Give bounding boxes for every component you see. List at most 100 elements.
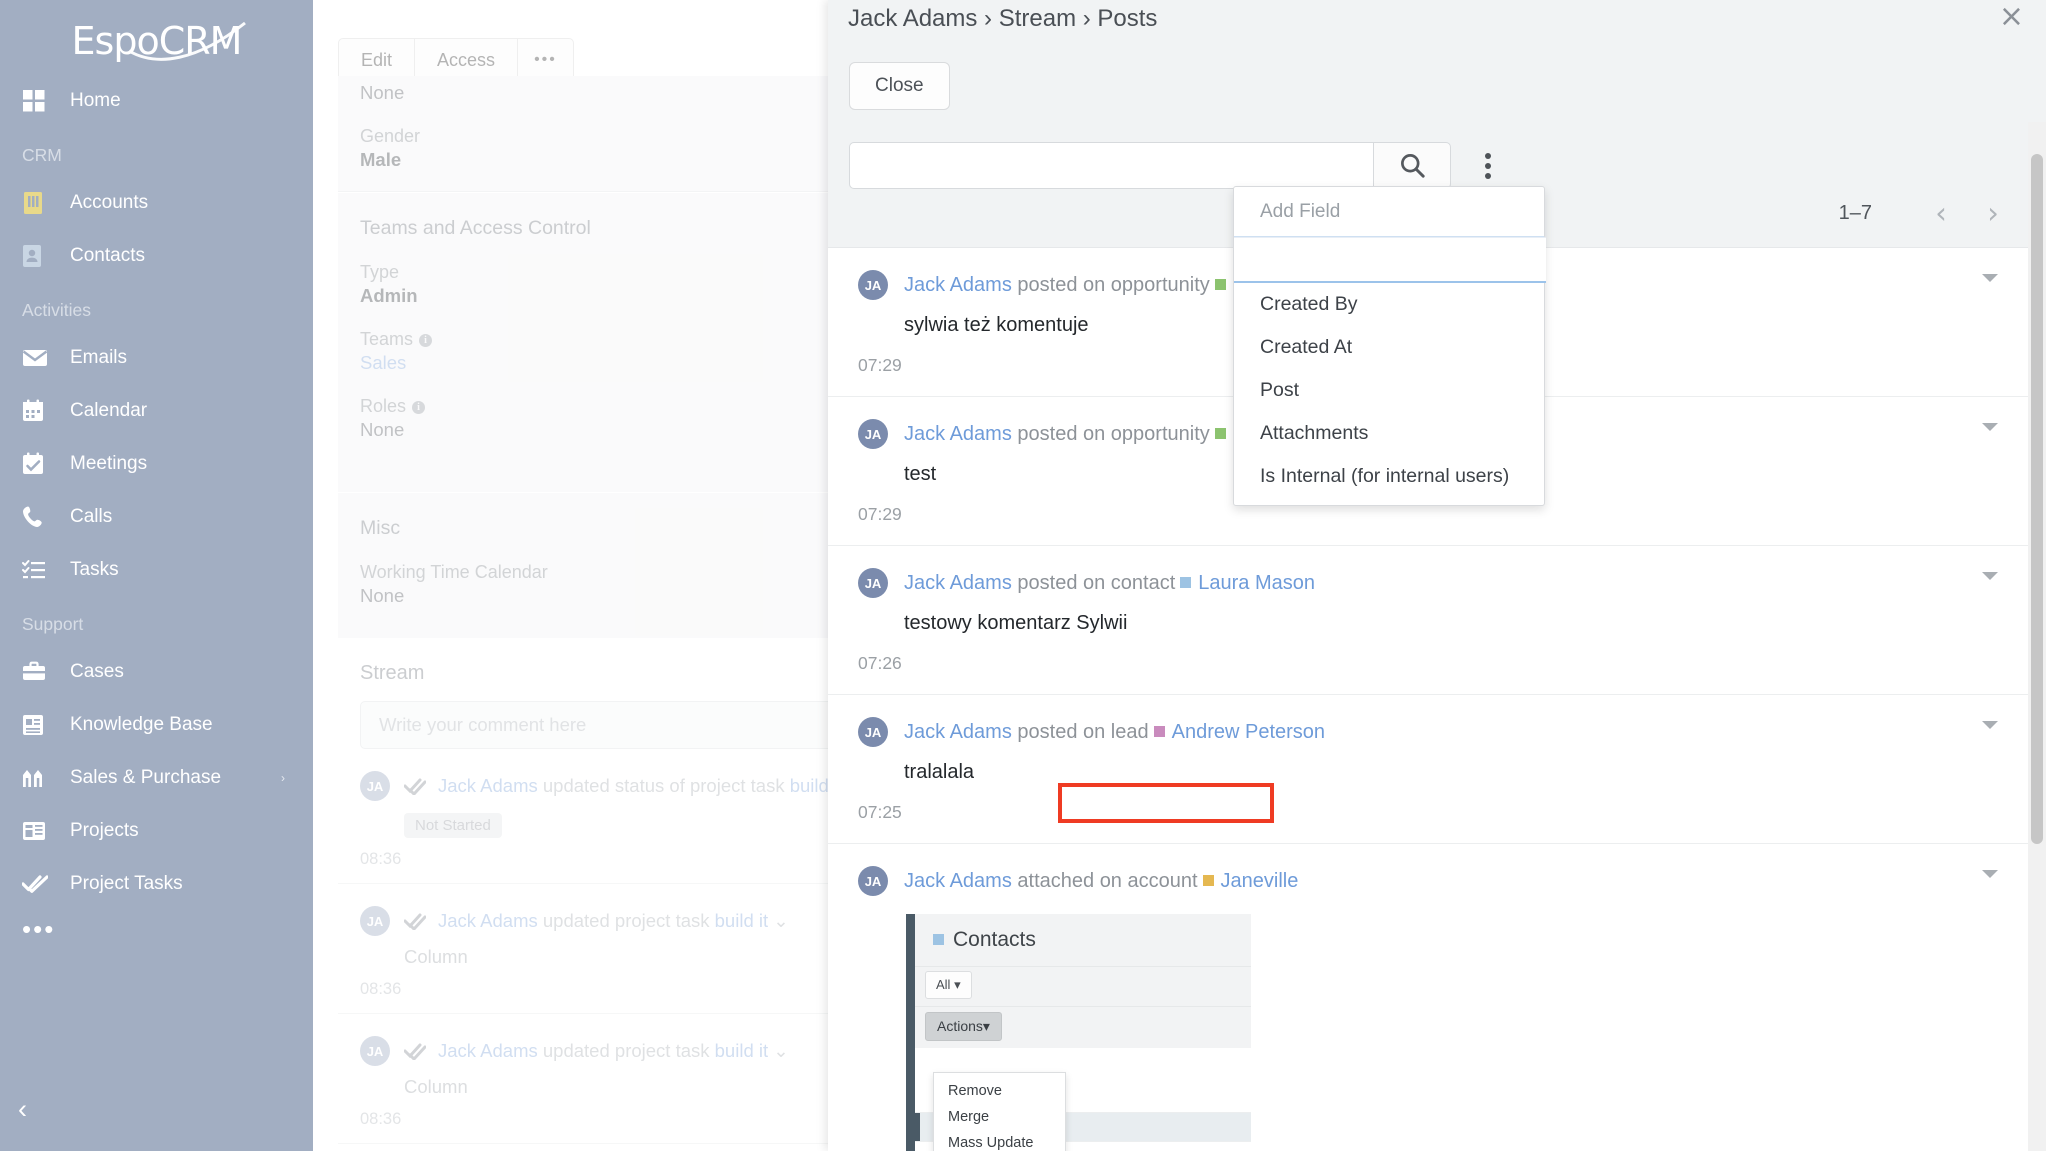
avatar: JA [858, 270, 888, 300]
sidebar-item-contacts[interactable]: Contacts [0, 229, 313, 282]
post-time: 07:26 [858, 653, 902, 673]
cart-icon [22, 765, 52, 791]
post-header-text: Jack Adams posted on contact Laura Mason [904, 572, 1315, 595]
logo-text: EspoCRM [71, 19, 243, 63]
pagination-prev-button[interactable]: ‹ [1924, 196, 1958, 230]
chevron-down-icon[interactable] [1982, 870, 1998, 878]
task-list-icon [22, 557, 52, 583]
chevron-down-icon[interactable] [1982, 572, 1998, 580]
sidebar-collapse-button[interactable]: ‹ [18, 1096, 27, 1123]
post-row: JA Jack Adams posted on lead Andrew Peter… [828, 695, 2028, 844]
sidebar-more-button[interactable]: ••• [0, 910, 313, 942]
board-icon [22, 818, 52, 844]
scrollbar-thumb[interactable] [2031, 154, 2043, 844]
avatar: JA [858, 419, 888, 449]
chevron-down-icon[interactable]: ⌄ [773, 1040, 789, 1061]
post-entity-link[interactable]: Andrew Peterson [1172, 721, 1325, 743]
add-field-search-input[interactable] [1234, 237, 1546, 283]
post-header-text: Jack Adams posted on lead Andrew Peterson [904, 721, 1325, 744]
sidebar-item-label: Calls [70, 505, 113, 527]
avatar: JA [360, 1036, 390, 1066]
actions-item-merge[interactable]: Merge [934, 1104, 1065, 1130]
sidebar-item-sales-purchase[interactable]: Sales & Purchase › [0, 751, 313, 804]
close-button[interactable]: Close [849, 62, 950, 110]
add-field-dropdown: Add Field Created By Created At Post Att… [1233, 186, 1546, 506]
post-user-link[interactable]: Jack Adams [904, 274, 1012, 296]
sidebar-item-tasks[interactable]: Tasks [0, 543, 313, 596]
sidebar-item-meetings[interactable]: Meetings [0, 437, 313, 490]
post-body: tralalala [904, 761, 975, 783]
pagination: 1–7 ‹ › [1839, 196, 2010, 230]
actions-item-remove[interactable]: Remove [934, 1078, 1065, 1104]
chevron-down-icon[interactable] [1982, 423, 1998, 431]
close-icon[interactable]: × [1999, 2, 2024, 32]
actions-dropdown-button[interactable]: Actions▾ [925, 1012, 1002, 1041]
phone-icon [22, 504, 52, 530]
entity-color-square [1153, 725, 1165, 737]
sidebar-item-knowledge-base[interactable]: Knowledge Base [0, 698, 313, 751]
sidebar-item-label: Calendar [70, 399, 148, 421]
check-double-icon [404, 912, 426, 930]
sidebar-item-accounts[interactable]: Accounts [0, 176, 313, 229]
sidebar-item-projects[interactable]: Projects [0, 804, 313, 857]
caret-down-icon: ▾ [954, 977, 961, 992]
post-entity-link[interactable]: Janeville [1221, 870, 1299, 892]
post-row: JA Jack Adams attached on account Janevil… [828, 844, 2028, 1151]
caret-down-icon: ▾ [982, 1018, 990, 1034]
sidebar-item-cases[interactable]: Cases [0, 645, 313, 698]
post-user-link[interactable]: Jack Adams [904, 870, 1012, 892]
chevron-down-icon[interactable] [1982, 721, 1998, 729]
chevron-down-icon[interactable]: ⌄ [773, 910, 789, 931]
entity-color-square [1202, 874, 1214, 886]
add-field-item-is-internal[interactable]: Is Internal (for internal users) [1234, 455, 1544, 498]
post-header-text: Jack Adams posted on opportunityInz [904, 274, 1259, 297]
modal-scrollbar[interactable] [2028, 122, 2046, 1151]
post-user-link[interactable]: Jack Adams [904, 572, 1012, 594]
modal-header: Jack Adams › Stream › Posts × [828, 0, 2046, 44]
sidebar-item-emails[interactable]: Emails [0, 331, 313, 384]
add-field-item-attachments[interactable]: Attachments [1234, 412, 1544, 455]
check-double-icon [404, 1042, 426, 1060]
entity-color-square [1180, 576, 1192, 588]
sidebar-item-label: Meetings [70, 452, 148, 474]
actions-item-mass-update[interactable]: Mass Update [934, 1130, 1065, 1151]
sidebar-item-calls[interactable]: Calls [0, 490, 313, 543]
sidebar-item-project-tasks[interactable]: Project Tasks [0, 857, 313, 910]
avatar: JA [360, 771, 390, 801]
post-entity-link[interactable]: Laura Mason [1198, 572, 1315, 594]
calendar-icon [22, 398, 52, 424]
entity-color-square [1214, 278, 1226, 290]
search-button[interactable] [1373, 142, 1451, 189]
pagination-count: 1–7 [1838, 201, 1872, 224]
add-field-item-created-at[interactable]: Created At [1234, 326, 1544, 369]
sidebar-item-home[interactable]: Home [0, 74, 313, 127]
post-user-link[interactable]: Jack Adams [904, 721, 1012, 743]
pagination-next-button[interactable]: › [1976, 196, 2010, 230]
add-field-item-post[interactable]: Post [1234, 369, 1544, 412]
check-double-icon [22, 871, 52, 897]
post-action: posted on opportunity [1017, 422, 1210, 445]
actions-dropdown-menu: Remove Merge Mass Update Export Follow U… [933, 1072, 1066, 1151]
chevron-down-icon[interactable] [1982, 274, 1998, 282]
building-icon [22, 190, 52, 216]
attachment-preview[interactable]: Contacts All ▾ Actions▾ Remove Merge Mas… [906, 914, 1251, 1151]
post-action-tail: on account [1099, 869, 1198, 892]
sidebar-item-label: Home [70, 89, 121, 111]
post-time: 07:25 [858, 802, 902, 822]
calendar-check-icon [22, 451, 52, 477]
sidebar-item-calendar[interactable]: Calendar [0, 384, 313, 437]
entity-color-square [1214, 427, 1226, 439]
add-field-item-created-by[interactable]: Created By [1234, 283, 1544, 326]
app-logo[interactable]: EspoCRM [0, 0, 313, 74]
kebab-menu-icon[interactable] [1475, 149, 1501, 183]
stream-posts-modal: Jack Adams › Stream › Posts × Close Add … [828, 0, 2046, 1151]
post-user-link[interactable]: Jack Adams [904, 423, 1012, 445]
post-action: posted on lead [1017, 720, 1149, 743]
book-icon [22, 712, 52, 738]
sidebar-item-label: Emails [70, 346, 128, 368]
chevron-right-icon[interactable]: › [281, 771, 285, 785]
sidebar-item-label: Contacts [70, 244, 145, 266]
filter-all-dropdown[interactable]: All ▾ [925, 971, 972, 999]
search-input[interactable] [849, 142, 1373, 189]
sidebar-item-label: Accounts [70, 191, 149, 213]
